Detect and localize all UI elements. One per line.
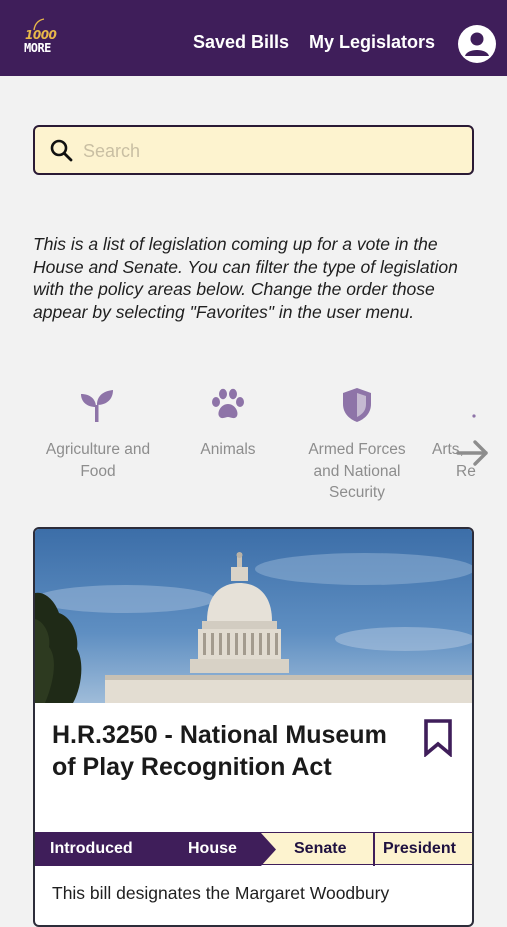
category-agriculture-and-food[interactable]: Agriculture and Food xyxy=(33,385,163,482)
search-input[interactable] xyxy=(83,137,453,165)
bill-summary: This bill designates the Margaret Woodbu… xyxy=(52,883,390,903)
intro-text: This is a list of legislation coming up … xyxy=(33,234,458,322)
category-label-line: Agriculture and xyxy=(45,441,151,458)
bill-photo xyxy=(35,529,472,703)
search-bar xyxy=(33,125,474,175)
palette-icon xyxy=(472,414,476,418)
stage-house: House xyxy=(188,840,237,857)
bill-title[interactable]: H.R.3250 - National Museum of Play Recog… xyxy=(52,719,412,783)
logo-word: MORE xyxy=(24,41,51,55)
shield-icon xyxy=(343,388,371,422)
category-label-line: Animals xyxy=(200,441,256,458)
logo-number: 1000 xyxy=(25,28,57,42)
stage-senate: Senate xyxy=(294,840,347,857)
category-label-line: Security xyxy=(329,484,385,501)
my-legislators-link[interactable]: My Legislators xyxy=(309,32,435,53)
category-label-line: Armed Forces xyxy=(308,441,406,458)
bill-status-tracker: Introduced House Senate President xyxy=(35,832,472,866)
user-icon[interactable] xyxy=(458,25,496,63)
arrow-right-icon[interactable] xyxy=(456,438,490,468)
category-armed-forces-and-national-security[interactable]: Armed Forces and National Security xyxy=(296,385,418,504)
bill-card[interactable]: H.R.3250 - National Museum of Play Recog… xyxy=(33,527,474,927)
paw-icon xyxy=(212,388,244,419)
category-label-line: and National xyxy=(313,462,401,480)
saved-bills-link[interactable]: Saved Bills xyxy=(193,32,289,53)
app-logo[interactable]: 1000 MORE xyxy=(24,18,68,64)
stage-president: President xyxy=(383,840,456,857)
stage-introduced: Introduced xyxy=(50,840,133,857)
category-label-line: Food xyxy=(80,462,116,480)
top-app-bar: 1000 MORE Saved Bills My Legislators xyxy=(0,0,507,76)
bookmark-icon[interactable] xyxy=(423,719,453,757)
search-icon xyxy=(50,139,73,162)
sprout-icon xyxy=(81,390,113,422)
stage-divider xyxy=(373,833,375,866)
category-animals[interactable]: Animals xyxy=(187,385,269,461)
